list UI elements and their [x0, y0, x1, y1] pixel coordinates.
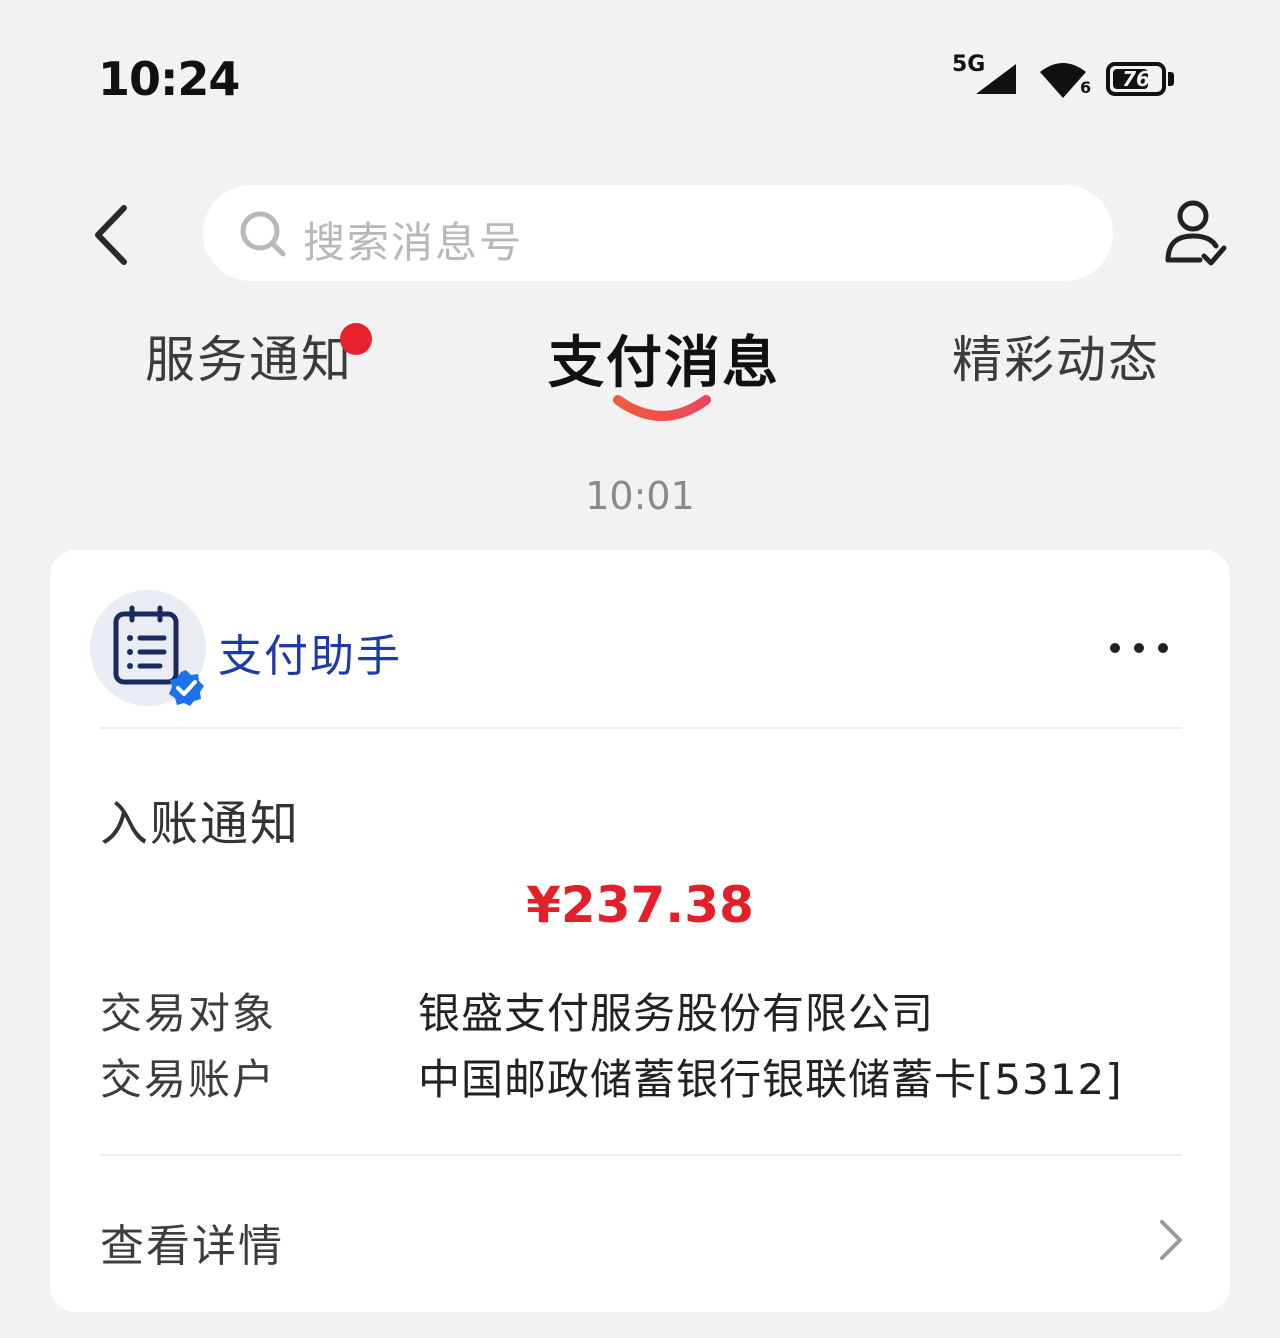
tab-service-notifications[interactable]: 服务通知 [145, 320, 353, 392]
verified-badge-icon [169, 670, 204, 706]
message-timestamp: 10:01 [585, 474, 695, 518]
battery-icon: 76 [1106, 62, 1166, 96]
chevron-left-icon [95, 205, 127, 265]
user-check-icon [1165, 200, 1227, 266]
avatar [90, 590, 206, 706]
battery-tip [1168, 72, 1174, 86]
chevron-right-icon [1160, 1220, 1182, 1260]
more-dot [1110, 643, 1120, 653]
view-details-label: 查看详情 [100, 1221, 284, 1272]
amount: ¥237.38 [526, 876, 754, 934]
unread-badge [340, 323, 372, 355]
battery-level: 76 [1122, 67, 1150, 91]
transaction-account-value: 中国邮政储蓄银行银联储蓄卡[5312] [418, 1055, 1123, 1104]
transaction-party-label: 交易对象 [100, 989, 277, 1038]
divider [100, 727, 1182, 729]
search-icon [240, 211, 286, 257]
transaction-party-value: 银盛支付服务股份有限公司 [418, 989, 935, 1038]
view-details-link[interactable]: 查看详情 [50, 1170, 1230, 1300]
active-tab-indicator [613, 395, 711, 421]
search-placeholder: 搜索消息号 [303, 218, 524, 267]
notice-title: 入账通知 [100, 796, 301, 852]
signal-icon [976, 64, 1016, 94]
more-options-button[interactable] [1110, 638, 1174, 660]
more-dot [1134, 643, 1144, 653]
back-button[interactable] [86, 200, 146, 270]
transaction-account-label: 交易账户 [100, 1055, 277, 1104]
more-dot [1158, 643, 1168, 653]
status-time: 10:24 [98, 52, 240, 106]
tab-highlights[interactable]: 精彩动态 [952, 320, 1160, 392]
tab-payment-messages[interactable]: 支付消息 [548, 318, 780, 399]
payment-message-card: 支付助手 入账通知 ¥237.38 交易对象 银盛支付服务股份有限公司 交易账户… [50, 550, 1230, 1312]
payment-messages-screen: 10:24 5G 6 76 搜索消息号 服务通知 支付消息 精彩动态 10:01… [0, 0, 1280, 1338]
search-input[interactable]: 搜索消息号 [203, 185, 1113, 281]
wifi-level: 6 [1080, 78, 1092, 97]
divider [100, 1154, 1182, 1156]
sender-name[interactable]: 支付助手 [218, 620, 402, 684]
status-icons: 5G 6 76 [952, 52, 1182, 108]
user-check-button[interactable] [1160, 198, 1230, 270]
